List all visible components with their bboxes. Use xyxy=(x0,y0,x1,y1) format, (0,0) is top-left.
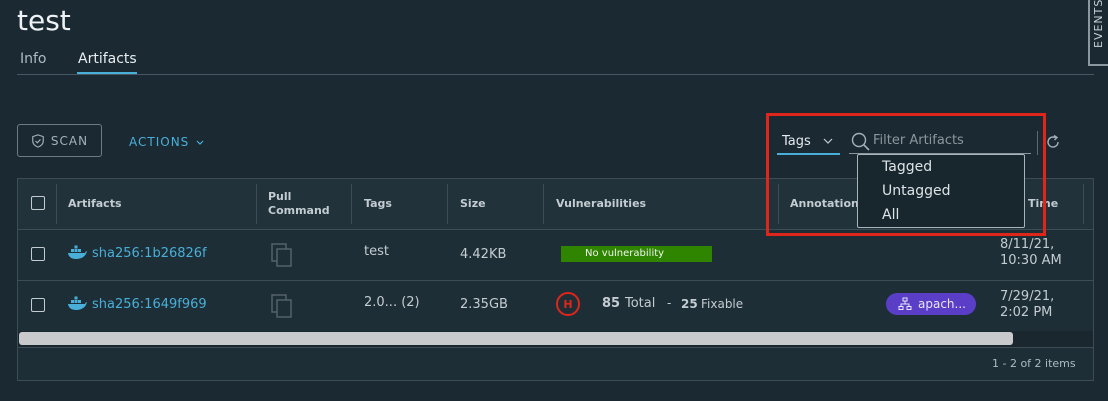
row-divider xyxy=(18,280,1093,281)
highlight-box xyxy=(766,113,1046,236)
actions-dropdown-button[interactable]: ACTIONS xyxy=(129,135,204,149)
artifact-digest-link[interactable]: sha256:1b26826f xyxy=(92,246,207,261)
docker-whale-icon xyxy=(68,296,87,310)
label-badge[interactable]: apach... xyxy=(886,293,976,315)
scrollbar-thumb[interactable] xyxy=(19,332,1013,345)
push-time-clock: 10:30 AM xyxy=(1000,253,1062,268)
header-artifacts[interactable]: Artifacts xyxy=(68,197,122,210)
header-vulnerabilities[interactable]: Vulnerabilities xyxy=(556,197,646,210)
shield-check-icon xyxy=(32,133,44,148)
refresh-icon[interactable] xyxy=(1044,133,1062,151)
header-pull-command-line1[interactable]: Pull xyxy=(268,190,291,203)
copy-icon[interactable] xyxy=(271,243,293,267)
column-separator xyxy=(1083,184,1084,224)
vuln-total-count: 85 xyxy=(602,296,621,311)
hierarchy-icon xyxy=(898,297,912,310)
artifact-tags: test xyxy=(364,244,389,259)
tab-artifacts[interactable]: Artifacts xyxy=(78,51,137,67)
vuln-fixable-count: 25 xyxy=(681,297,698,311)
column-separator xyxy=(56,184,57,224)
events-panel-label: EVENTS xyxy=(1092,0,1105,48)
column-separator xyxy=(256,184,257,224)
header-pull-command-line2[interactable]: Command xyxy=(268,204,330,217)
tabs-divider xyxy=(17,74,1094,75)
artifact-tags[interactable]: 2.0... (2) xyxy=(364,295,420,310)
push-time-clock: 2:02 PM xyxy=(1000,305,1053,320)
artifact-size: 2.35GB xyxy=(460,297,508,312)
tab-info[interactable]: Info xyxy=(20,51,47,67)
header-tags[interactable]: Tags xyxy=(364,197,392,210)
vuln-separator: - xyxy=(667,296,672,310)
push-time-date: 8/11/21, xyxy=(1000,237,1055,252)
label-badge-text: apach... xyxy=(918,297,966,311)
artifact-size: 4.42KB xyxy=(460,247,507,262)
vulnerability-status-bar[interactable]: No vulnerability xyxy=(561,246,712,262)
actions-button-label: ACTIONS xyxy=(129,135,190,149)
docker-whale-icon xyxy=(68,245,87,259)
page-title: test xyxy=(17,4,71,37)
column-separator xyxy=(543,184,544,224)
footer-divider xyxy=(18,347,1093,348)
pagination-summary: 1 - 2 of 2 items xyxy=(992,357,1076,370)
column-separator xyxy=(447,184,448,224)
push-time-date: 7/29/21, xyxy=(1000,289,1055,304)
select-all-checkbox[interactable] xyxy=(31,196,45,210)
scan-button[interactable]: SCAN xyxy=(17,124,102,157)
column-separator xyxy=(351,184,352,224)
severity-high-icon[interactable]: H xyxy=(556,292,580,316)
copy-icon[interactable] xyxy=(271,294,293,318)
chevron-down-icon xyxy=(196,140,204,145)
artifact-digest-link[interactable]: sha256:1649f969 xyxy=(92,297,207,312)
vuln-fixable-label: Fixable xyxy=(701,297,744,311)
row-select-checkbox[interactable] xyxy=(31,247,45,261)
row-select-checkbox[interactable] xyxy=(31,298,45,312)
scan-button-label: SCAN xyxy=(50,133,89,148)
vuln-total-label: Total xyxy=(625,296,656,311)
header-size[interactable]: Size xyxy=(460,197,486,210)
